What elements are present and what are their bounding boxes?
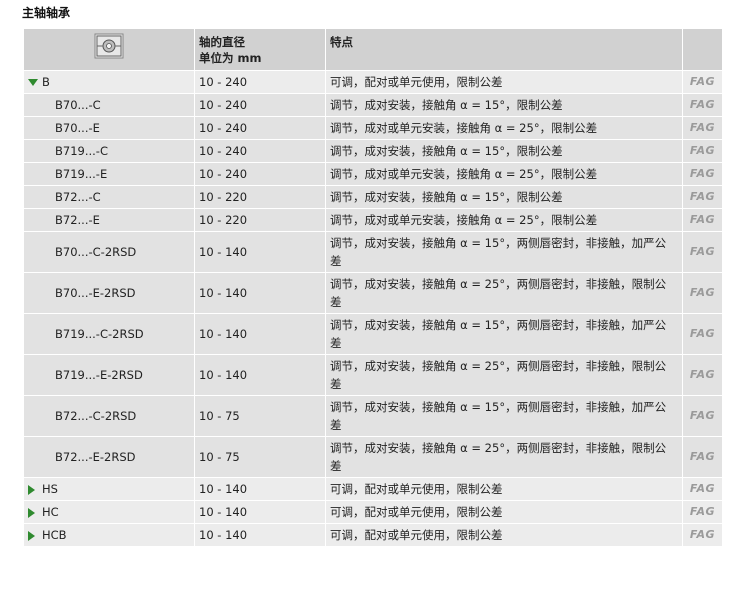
triangle-right-icon[interactable]	[28, 484, 35, 495]
fag-logo: FAG	[683, 478, 722, 500]
row-diameter: 10 - 140	[195, 314, 326, 354]
row-diameter: 10 - 240	[195, 140, 326, 162]
bearing-image-header	[24, 29, 195, 70]
row-name[interactable]: B70...-E	[24, 117, 195, 139]
row-name[interactable]: B72...-E-2RSD	[24, 437, 195, 477]
row-name[interactable]: B72...-C-2RSD	[24, 396, 195, 436]
row-diameter: 10 - 140	[195, 478, 326, 500]
row-name[interactable]: B719...-C-2RSD	[24, 314, 195, 354]
row-features: 调节，成对安装，接触角 α = 15°，限制公差	[326, 186, 683, 208]
fag-logo: FAG	[683, 163, 722, 185]
table-row[interactable]: B72...-E 10 - 220 调节，成对或单元安装，接触角 α = 25°…	[24, 209, 722, 231]
table-row[interactable]: B70...-E 10 - 240 调节，成对或单元安装，接触角 α = 25°…	[24, 117, 722, 139]
row-diameter: 10 - 140	[195, 524, 326, 546]
row-diameter: 10 - 75	[195, 437, 326, 477]
row-features: 调节，成对安装，接触角 α = 25°，两侧唇密封，非接触，限制公差	[326, 355, 683, 395]
row-features: 调节，成对安装，接触角 α = 25°，两侧唇密封，非接触，限制公差	[326, 273, 683, 313]
table-row[interactable]: B719...-C 10 - 240 调节，成对安装，接触角 α = 15°，限…	[24, 140, 722, 162]
row-name[interactable]: HCB	[42, 528, 67, 542]
table-row[interactable]: B719...-C-2RSD 10 - 140 调节，成对安装，接触角 α = …	[24, 314, 722, 354]
row-diameter: 10 - 140	[195, 501, 326, 523]
diameter-column-header: 轴的直径 单位为 mm	[195, 29, 326, 70]
fag-logo: FAG	[683, 117, 722, 139]
table-row-group-b[interactable]: B 10 - 240 可调，配对或单元使用，限制公差 FAG	[24, 71, 722, 93]
fag-logo: FAG	[683, 94, 722, 116]
table-row-group-hcb[interactable]: HCB 10 - 140 可调，配对或单元使用，限制公差 FAG	[24, 524, 722, 546]
table-row[interactable]: B719...-E-2RSD 10 - 140 调节，成对安装，接触角 α = …	[24, 355, 722, 395]
table-row-group-hs[interactable]: HS 10 - 140 可调，配对或单元使用，限制公差 FAG	[24, 478, 722, 500]
row-name[interactable]: HS	[42, 482, 58, 496]
row-features: 调节，成对安装，接触角 α = 25°，两侧唇密封，非接触，限制公差	[326, 437, 683, 477]
row-name[interactable]: B70...-C-2RSD	[24, 232, 195, 272]
row-diameter: 10 - 220	[195, 209, 326, 231]
row-diameter: 10 - 240	[195, 163, 326, 185]
fag-logo: FAG	[683, 71, 722, 93]
row-features: 调节，成对或单元安装，接触角 α = 25°，限制公差	[326, 117, 683, 139]
row-diameter: 10 - 140	[195, 232, 326, 272]
fag-logo: FAG	[683, 186, 722, 208]
row-diameter: 10 - 75	[195, 396, 326, 436]
fag-logo: FAG	[683, 314, 722, 354]
row-name[interactable]: B72...-C	[24, 186, 195, 208]
fag-logo: FAG	[683, 437, 722, 477]
row-diameter: 10 - 240	[195, 117, 326, 139]
diameter-header-unit: 单位为 mm	[199, 51, 262, 65]
row-features: 调节，成对或单元安装，接触角 α = 25°，限制公差	[326, 209, 683, 231]
fag-logo: FAG	[683, 232, 722, 272]
row-name[interactable]: B719...-C	[24, 140, 195, 162]
row-name[interactable]: B70...-E-2RSD	[24, 273, 195, 313]
page-title: 主轴轴承	[22, 6, 71, 20]
fag-logo: FAG	[683, 355, 722, 395]
fag-logo: FAG	[683, 396, 722, 436]
diameter-header-label: 轴的直径	[199, 35, 245, 49]
table-row[interactable]: B72...-C-2RSD 10 - 75 调节，成对安装，接触角 α = 15…	[24, 396, 722, 436]
row-name[interactable]: B719...-E	[24, 163, 195, 185]
row-features: 可调，配对或单元使用，限制公差	[326, 524, 683, 546]
fag-logo: FAG	[683, 140, 722, 162]
table-row[interactable]: B72...-E-2RSD 10 - 75 调节，成对安装，接触角 α = 25…	[24, 437, 722, 477]
row-name[interactable]: B70...-C	[24, 94, 195, 116]
row-diameter: 10 - 240	[195, 94, 326, 116]
row-name[interactable]: HC	[42, 505, 59, 519]
row-name[interactable]: B	[42, 75, 50, 89]
triangle-down-icon[interactable]	[28, 79, 38, 86]
brand-column-header	[683, 29, 722, 70]
row-diameter: 10 - 140	[195, 273, 326, 313]
row-features: 调节，成对安装，接触角 α = 15°，两侧唇密封，非接触，加严公差	[326, 396, 683, 436]
row-features: 可调，配对或单元使用，限制公差	[326, 501, 683, 523]
table-row-group-hc[interactable]: HC 10 - 140 可调，配对或单元使用，限制公差 FAG	[24, 501, 722, 523]
fag-logo: FAG	[683, 524, 722, 546]
row-name[interactable]: B719...-E-2RSD	[24, 355, 195, 395]
triangle-right-icon[interactable]	[28, 530, 35, 541]
bearing-cross-section-icon	[94, 33, 124, 63]
row-diameter: 10 - 140	[195, 355, 326, 395]
fag-logo: FAG	[683, 209, 722, 231]
row-diameter: 10 - 220	[195, 186, 326, 208]
triangle-right-icon[interactable]	[28, 507, 35, 518]
fag-logo: FAG	[683, 273, 722, 313]
table-header-row: 轴的直径 单位为 mm 特点	[24, 29, 722, 70]
features-column-header: 特点	[326, 29, 683, 70]
row-features: 调节，成对安装，接触角 α = 15°，两侧唇密封，非接触，加严公差	[326, 232, 683, 272]
table-row[interactable]: B72...-C 10 - 220 调节，成对安装，接触角 α = 15°，限制…	[24, 186, 722, 208]
row-diameter: 10 - 240	[195, 71, 326, 93]
table-row[interactable]: B70...-C-2RSD 10 - 140 调节，成对安装，接触角 α = 1…	[24, 232, 722, 272]
fag-logo: FAG	[683, 501, 722, 523]
row-features: 调节，成对安装，接触角 α = 15°，限制公差	[326, 140, 683, 162]
row-features: 可调，配对或单元使用，限制公差	[326, 478, 683, 500]
row-features: 调节，成对安装，接触角 α = 15°，两侧唇密封，非接触，加严公差	[326, 314, 683, 354]
row-features: 调节，成对安装，接触角 α = 15°，限制公差	[326, 94, 683, 116]
table-row[interactable]: B70...-E-2RSD 10 - 140 调节，成对安装，接触角 α = 2…	[24, 273, 722, 313]
row-features: 可调，配对或单元使用，限制公差	[326, 71, 683, 93]
bearing-table: 轴的直径 单位为 mm 特点 B 10 - 240 可调，配对或单元使用，限制公…	[24, 28, 722, 547]
row-features: 调节，成对或单元安装，接触角 α = 25°，限制公差	[326, 163, 683, 185]
table-row[interactable]: B719...-E 10 - 240 调节，成对或单元安装，接触角 α = 25…	[24, 163, 722, 185]
table-row[interactable]: B70...-C 10 - 240 调节，成对安装，接触角 α = 15°，限制…	[24, 94, 722, 116]
row-name[interactable]: B72...-E	[24, 209, 195, 231]
